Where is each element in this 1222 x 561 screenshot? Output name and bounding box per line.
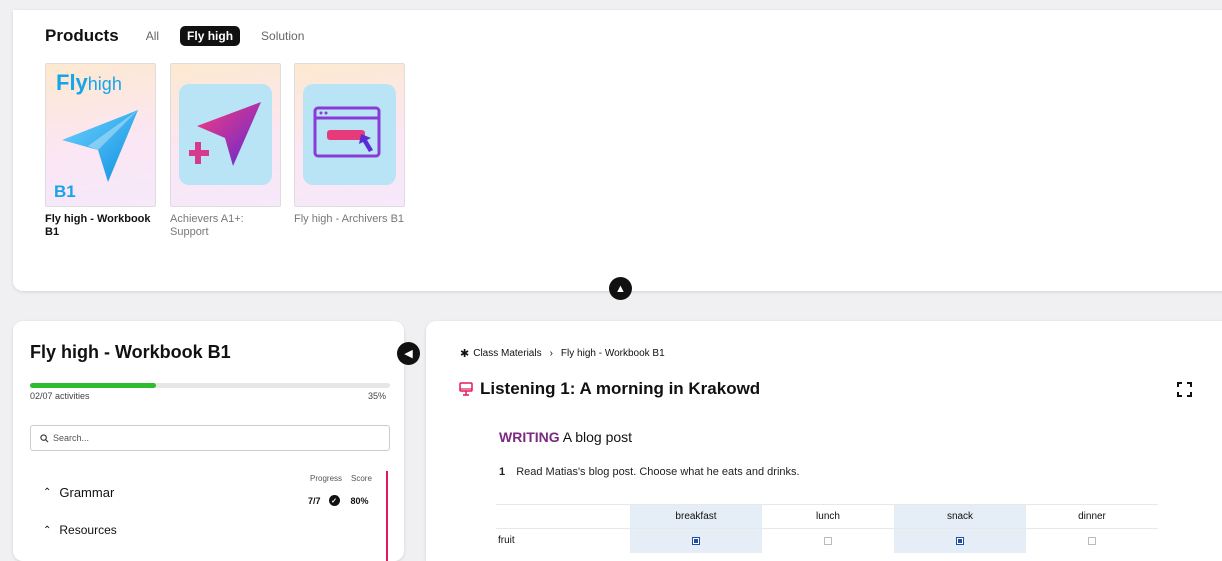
- check-circle-icon: ✓: [328, 495, 340, 506]
- filter-tab-fly-high[interactable]: Fly high: [180, 26, 241, 46]
- table-header-row: breakfast lunch snack dinner: [496, 504, 1158, 529]
- checkbox[interactable]: [824, 536, 832, 545]
- breadcrumb-item-class-materials[interactable]: Class Materials: [473, 348, 541, 359]
- row-label: fruit: [496, 528, 630, 553]
- score-column-header: Score: [351, 474, 372, 483]
- column-header: breakfast: [630, 504, 762, 529]
- product-card-title: Achievers A1+: Support: [170, 213, 244, 238]
- column-header: dinner: [1026, 504, 1158, 529]
- course-sidebar: Fly high - Workbook B1 02/07 activities …: [13, 321, 404, 561]
- writing-label: WRITING: [499, 429, 560, 445]
- lesson-title: Listening 1: A morning in Krakowd: [459, 379, 760, 399]
- presentation-icon: [459, 382, 473, 396]
- sidebar-title: Fly high - Workbook B1: [30, 342, 231, 362]
- section-resources[interactable]: ⌃ Resources: [43, 523, 117, 537]
- puzzle-icon: ✱: [460, 348, 470, 360]
- section-label: Resources: [59, 523, 117, 537]
- product-card-fly-high-archivers[interactable]: Fly high - Archivers B1: [294, 63, 405, 226]
- table-cell: [630, 528, 762, 553]
- product-cover-fly-high: Flyhigh B1: [45, 63, 156, 207]
- active-section-marker: [386, 471, 388, 561]
- search-placeholder: Search...: [53, 433, 90, 443]
- lesson-content: ✱ Class Materials › Fly high - Workbook …: [426, 321, 1222, 561]
- checkbox[interactable]: [1088, 536, 1096, 545]
- browser-click-icon: [313, 106, 381, 158]
- products-header: Products All Fly high Solution: [45, 26, 325, 46]
- product-card-achievers[interactable]: Achievers A1+: Support: [170, 63, 281, 239]
- lesson-title-text: Listening 1: A morning in Krakowd: [480, 379, 761, 398]
- product-card-fly-high-workbook[interactable]: Flyhigh B1 Fly high - Workbook B1: [45, 63, 156, 239]
- cover-brand-text: Flyhigh: [56, 70, 122, 95]
- exercise-instruction: 1 Read Matias's blog post. Choose what h…: [499, 466, 800, 478]
- progress-percent: 35%: [368, 391, 387, 401]
- collapse-products-button[interactable]: ▲: [609, 277, 632, 300]
- progress-column-header: Progress: [310, 474, 343, 483]
- exercise-heading: WRITING A blog post: [499, 429, 632, 445]
- progress-bar-fill: [30, 383, 156, 388]
- progress-text: 02/07 activities: [30, 391, 90, 401]
- product-card-title: Fly high - Workbook B1: [45, 213, 151, 238]
- filter-tab-all[interactable]: All: [139, 26, 166, 46]
- grammar-progress-value: 7/7: [308, 495, 321, 506]
- breadcrumb-item-course[interactable]: Fly high - Workbook B1: [561, 348, 665, 359]
- instruction-text: Read Matias's blog post. Choose what he …: [516, 466, 800, 478]
- table-cell: [762, 528, 894, 553]
- product-cover-achievers: [170, 63, 281, 207]
- chevron-up-icon: ▲: [615, 282, 626, 295]
- product-cover-archivers: [294, 63, 405, 207]
- table-row: fruit: [496, 528, 1158, 553]
- fullscreen-icon[interactable]: [1177, 382, 1192, 397]
- table-cell: [1026, 528, 1158, 553]
- column-header: snack: [894, 504, 1026, 529]
- writing-subtitle: A blog post: [562, 429, 633, 445]
- cover-level: B1: [54, 182, 76, 201]
- search-input[interactable]: Search...: [30, 425, 390, 451]
- section-grammar[interactable]: ⌃ Grammar: [43, 485, 114, 500]
- chevron-up-icon: ⌃: [43, 524, 52, 536]
- products-title: Products: [45, 26, 119, 45]
- chevron-left-icon: ◀: [404, 348, 413, 360]
- table-cell: [894, 528, 1026, 553]
- section-label: Grammar: [59, 485, 115, 500]
- column-header: lunch: [762, 504, 894, 529]
- products-panel: Products All Fly high Solution Flyhigh B…: [13, 10, 1222, 291]
- search-icon: [40, 433, 49, 442]
- checkbox[interactable]: [956, 536, 964, 545]
- paper-plane-icon: [62, 110, 138, 182]
- meals-table: breakfast lunch snack dinner fruit: [496, 504, 1158, 553]
- checkbox[interactable]: [692, 536, 700, 545]
- instruction-number: 1: [499, 466, 506, 478]
- plane-plus-icon: [189, 102, 261, 166]
- chevron-right-icon: ›: [549, 348, 553, 359]
- collapse-sidebar-button[interactable]: ◀: [397, 342, 420, 365]
- chevron-up-icon: ⌃: [43, 487, 52, 498]
- table-corner: [496, 504, 630, 529]
- breadcrumb: ✱ Class Materials › Fly high - Workbook …: [460, 347, 665, 360]
- grammar-score-value: 80%: [350, 495, 369, 506]
- product-card-title: Fly high - Archivers B1: [294, 213, 405, 225]
- progress-bar: [30, 383, 390, 388]
- filter-tab-solution[interactable]: Solution: [254, 26, 311, 46]
- grammar-progress: 7/7 ✓ 80%: [308, 495, 369, 506]
